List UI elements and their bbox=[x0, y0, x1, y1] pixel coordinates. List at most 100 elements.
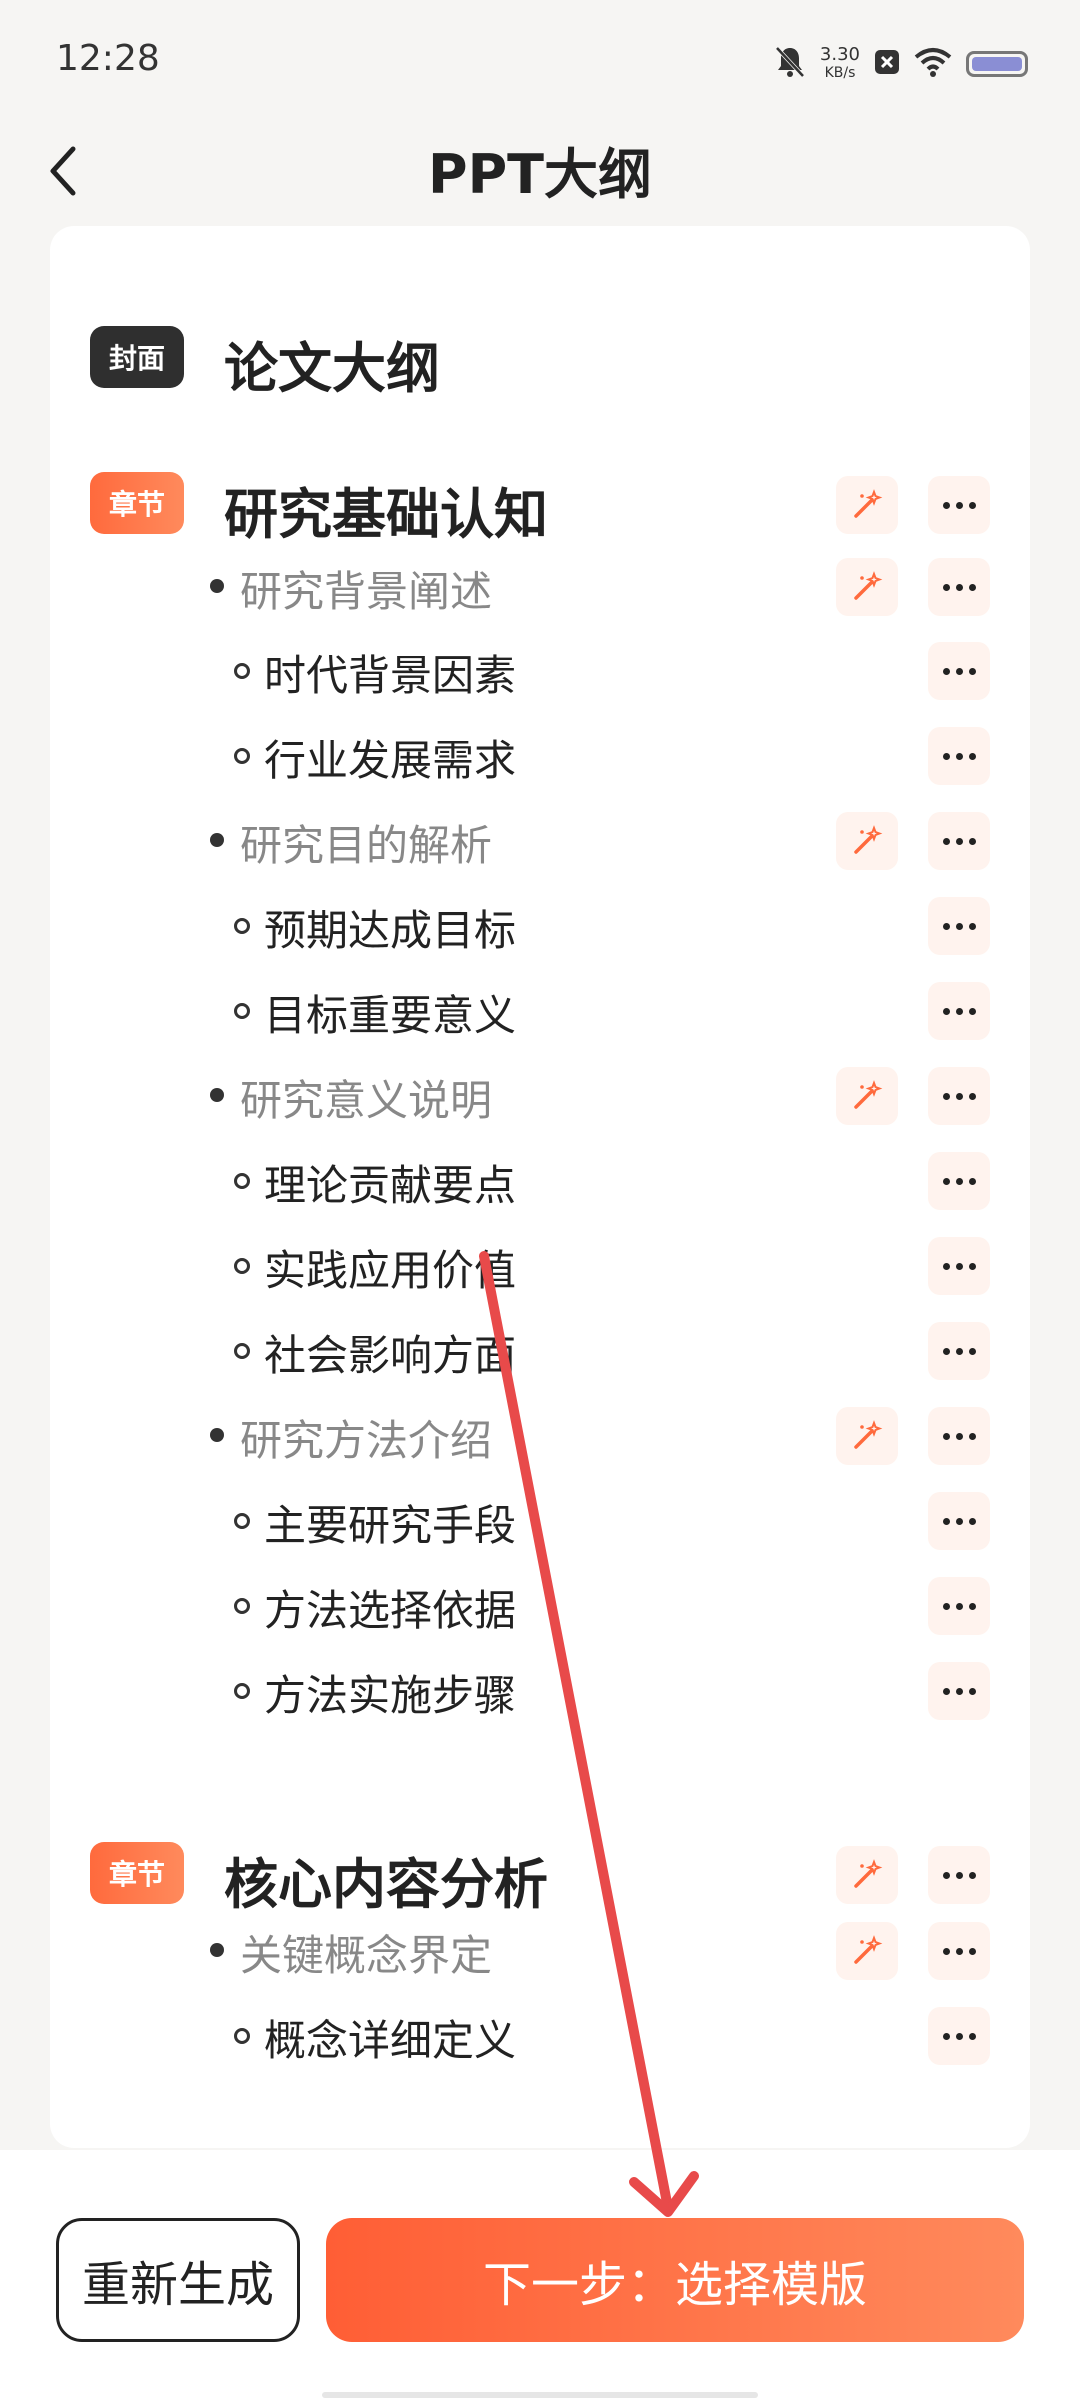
more-button[interactable] bbox=[928, 1152, 990, 1210]
section-bullet bbox=[210, 1943, 224, 1957]
more-button[interactable] bbox=[928, 1922, 990, 1980]
item-title[interactable]: 行业发展需求 bbox=[264, 727, 516, 788]
chapter-tag: 章节 bbox=[90, 1842, 184, 1904]
item-title[interactable]: 主要研究手段 bbox=[264, 1492, 516, 1553]
section-title[interactable]: 研究方法介绍 bbox=[240, 1407, 492, 1468]
item-bullet bbox=[234, 918, 250, 934]
section-row[interactable]: 关键概念界定 bbox=[50, 1920, 1030, 1980]
section-title[interactable]: 研究目的解析 bbox=[240, 812, 492, 873]
more-button[interactable] bbox=[928, 812, 990, 870]
more-button[interactable] bbox=[928, 1577, 990, 1635]
status-bar: 12:28 3.30 KB/s bbox=[0, 0, 1080, 120]
bell-muted-icon bbox=[774, 45, 806, 83]
more-dots-icon bbox=[942, 1347, 976, 1355]
more-button[interactable] bbox=[928, 982, 990, 1040]
chapter-row[interactable]: 章节 核心内容分析 bbox=[50, 1842, 1030, 1916]
item-row[interactable]: 预期达成目标 bbox=[50, 895, 1030, 955]
more-button[interactable] bbox=[928, 2007, 990, 2065]
item-row[interactable]: 方法实施步骤 bbox=[50, 1660, 1030, 1720]
page-title: PPT大纲 bbox=[428, 143, 652, 206]
cover-title[interactable]: 论文大纲 bbox=[224, 324, 440, 403]
more-dots-icon bbox=[942, 1687, 976, 1695]
more-dots-icon bbox=[942, 752, 976, 760]
ai-rewrite-button[interactable] bbox=[836, 476, 898, 534]
section-row[interactable]: 研究方法介绍 bbox=[50, 1405, 1030, 1465]
more-dots-icon bbox=[942, 667, 976, 675]
more-button[interactable] bbox=[928, 1492, 990, 1550]
item-bullet bbox=[234, 1513, 250, 1529]
more-button[interactable] bbox=[928, 1407, 990, 1465]
section-row[interactable]: 研究背景阐述 bbox=[50, 556, 1030, 616]
section-title[interactable]: 研究背景阐述 bbox=[240, 558, 492, 619]
item-row[interactable]: 社会影响方面 bbox=[50, 1320, 1030, 1380]
chapter-tag: 章节 bbox=[90, 472, 184, 534]
network-speed: 3.30 KB/s bbox=[820, 46, 860, 82]
next-step-button[interactable]: 下一步：选择模版 bbox=[326, 2218, 1024, 2342]
more-dots-icon bbox=[942, 922, 976, 930]
cover-tag: 封面 bbox=[90, 326, 184, 388]
more-dots-icon bbox=[942, 583, 976, 591]
item-title[interactable]: 理论贡献要点 bbox=[264, 1152, 516, 1213]
more-dots-icon bbox=[942, 837, 976, 845]
more-button[interactable] bbox=[928, 642, 990, 700]
more-button[interactable] bbox=[928, 1067, 990, 1125]
ai-rewrite-button[interactable] bbox=[836, 558, 898, 616]
item-title[interactable]: 预期达成目标 bbox=[264, 897, 516, 958]
chapter-title[interactable]: 核心内容分析 bbox=[224, 1840, 548, 1919]
item-title[interactable]: 时代背景因素 bbox=[264, 642, 516, 703]
section-title[interactable]: 研究意义说明 bbox=[240, 1067, 492, 1128]
more-button[interactable] bbox=[928, 558, 990, 616]
item-row[interactable]: 实践应用价值 bbox=[50, 1235, 1030, 1295]
more-dots-icon bbox=[942, 1432, 976, 1440]
item-title[interactable]: 方法实施步骤 bbox=[264, 1662, 516, 1723]
section-bullet bbox=[210, 833, 224, 847]
battery-icon bbox=[966, 51, 1028, 77]
bottom-action-bar: 重新生成 下一步：选择模版 bbox=[0, 2150, 1080, 2408]
more-button[interactable] bbox=[928, 1237, 990, 1295]
magic-wand-icon bbox=[854, 489, 883, 518]
section-row[interactable]: 研究目的解析 bbox=[50, 810, 1030, 870]
ai-rewrite-button[interactable] bbox=[836, 1407, 898, 1465]
chapter-row[interactable]: 章节 研究基础认知 bbox=[50, 472, 1030, 546]
item-title[interactable]: 方法选择依据 bbox=[264, 1577, 516, 1638]
section-bullet bbox=[210, 579, 224, 593]
item-row[interactable]: 主要研究手段 bbox=[50, 1490, 1030, 1550]
header: PPT大纲 bbox=[0, 120, 1080, 220]
status-icons: 3.30 KB/s bbox=[774, 40, 1028, 88]
ai-rewrite-button[interactable] bbox=[836, 812, 898, 870]
ai-rewrite-button[interactable] bbox=[836, 1067, 898, 1125]
chapter-title[interactable]: 研究基础认知 bbox=[224, 470, 548, 549]
item-row[interactable]: 目标重要意义 bbox=[50, 980, 1030, 1040]
item-title[interactable]: 社会影响方面 bbox=[264, 1322, 516, 1383]
item-row[interactable]: 时代背景因素 bbox=[50, 640, 1030, 700]
cover-row[interactable]: 封面 论文大纲 bbox=[50, 326, 1030, 400]
item-bullet bbox=[234, 1343, 250, 1359]
more-dots-icon bbox=[942, 1177, 976, 1185]
item-title[interactable]: 概念详细定义 bbox=[264, 2007, 516, 2068]
magic-wand-icon bbox=[854, 1859, 883, 1888]
section-title[interactable]: 关键概念界定 bbox=[240, 1922, 492, 1983]
ai-rewrite-button[interactable] bbox=[836, 1922, 898, 1980]
section-row[interactable]: 研究意义说明 bbox=[50, 1065, 1030, 1125]
home-indicator[interactable] bbox=[322, 2392, 758, 2398]
magic-wand-icon bbox=[854, 1935, 883, 1964]
item-title[interactable]: 目标重要意义 bbox=[264, 982, 516, 1043]
item-title[interactable]: 实践应用价值 bbox=[264, 1237, 516, 1298]
magic-wand-icon bbox=[854, 1420, 883, 1449]
regenerate-button[interactable]: 重新生成 bbox=[56, 2218, 300, 2342]
net-speed-value: 3.30 bbox=[819, 44, 860, 65]
item-row[interactable]: 理论贡献要点 bbox=[50, 1150, 1030, 1210]
more-button[interactable] bbox=[928, 1322, 990, 1380]
section-bullet bbox=[210, 1428, 224, 1442]
item-row[interactable]: 概念详细定义 bbox=[50, 2005, 1030, 2065]
more-button[interactable] bbox=[928, 1846, 990, 1904]
more-button[interactable] bbox=[928, 1662, 990, 1720]
item-row[interactable]: 行业发展需求 bbox=[50, 725, 1030, 785]
more-button[interactable] bbox=[928, 897, 990, 955]
item-row[interactable]: 方法选择依据 bbox=[50, 1575, 1030, 1635]
item-bullet bbox=[234, 1003, 250, 1019]
ai-rewrite-button[interactable] bbox=[836, 1846, 898, 1904]
more-button[interactable] bbox=[928, 727, 990, 785]
more-dots-icon bbox=[942, 1262, 976, 1270]
more-button[interactable] bbox=[928, 476, 990, 534]
